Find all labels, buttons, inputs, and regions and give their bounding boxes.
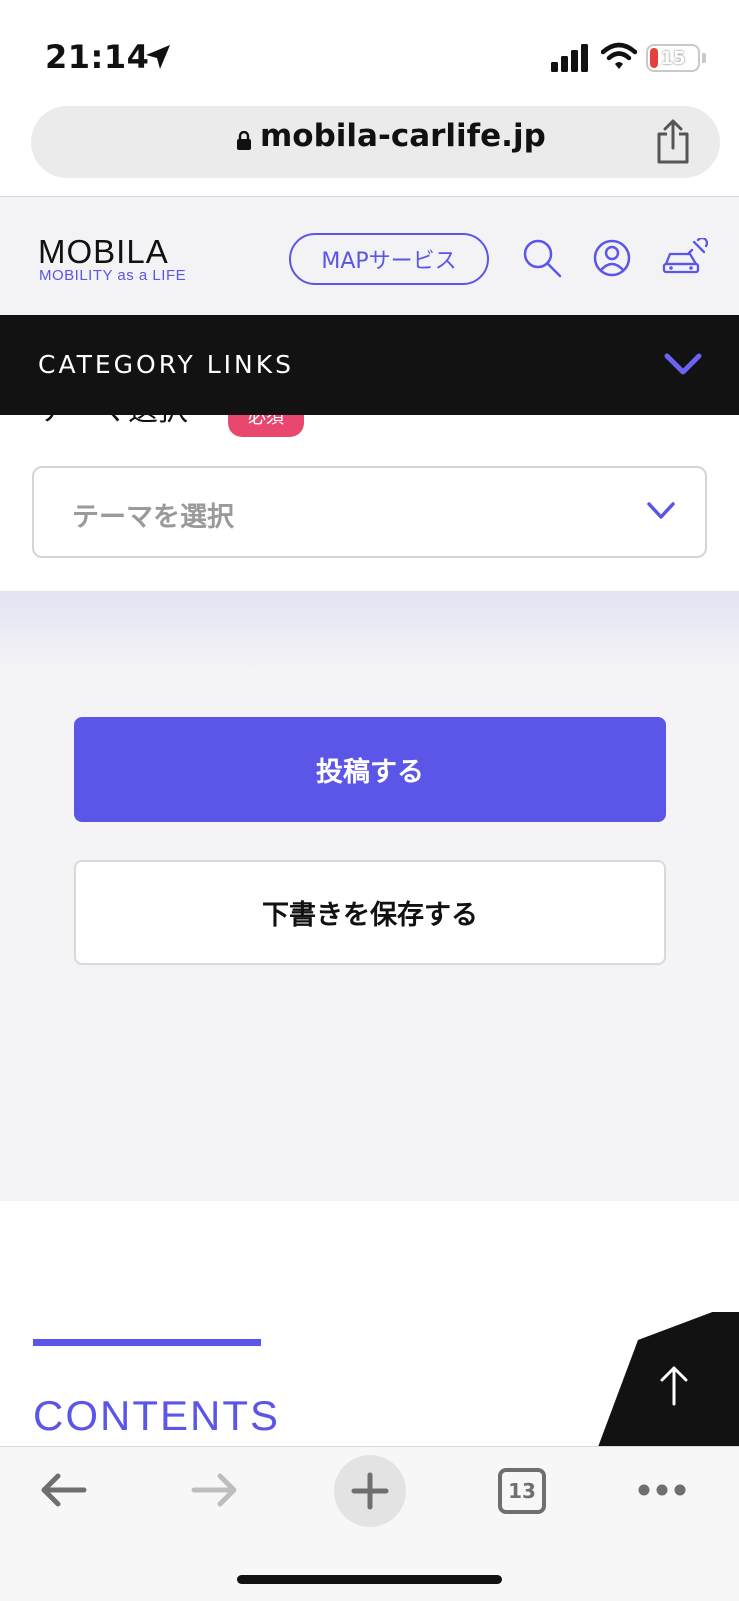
new-tab-button[interactable] (334, 1455, 406, 1527)
contents-heading: CONTENTS (33, 1392, 280, 1439)
battery-level: 15 (660, 47, 686, 69)
url-text[interactable]: mobila-carlife.jp (260, 118, 546, 154)
battery-nub (702, 53, 706, 63)
lock-icon (237, 131, 251, 150)
category-links-label: CATEGORY LINKS (38, 350, 294, 379)
save-draft-button[interactable]: 下書きを保存する (74, 860, 666, 965)
user-account-icon[interactable] (592, 238, 632, 278)
search-icon[interactable] (522, 238, 562, 278)
theme-select-placeholder[interactable]: テーマを選択 (72, 495, 234, 534)
required-badge: 必須 (228, 415, 304, 437)
tabs-count-button[interactable]: 13 (498, 1468, 546, 1514)
chevron-down-icon[interactable] (646, 500, 676, 522)
section-shadow (0, 591, 739, 671)
more-options-icon[interactable] (637, 1483, 687, 1497)
back-to-top-button[interactable] (598, 1312, 739, 1447)
submit-post-button[interactable]: 投稿する (74, 717, 666, 822)
status-time: 21:14 (45, 38, 150, 76)
contents-accent-line (33, 1339, 261, 1346)
back-arrow-icon[interactable] (38, 1470, 88, 1510)
location-arrow-icon (146, 45, 170, 69)
site-logo[interactable]: MOBILA (38, 233, 169, 271)
chevron-down-icon[interactable] (663, 350, 703, 378)
wifi-icon (601, 42, 637, 69)
cellular-signal-icon (551, 44, 588, 72)
theme-field-label: テーマ選択 (38, 415, 188, 429)
share-icon[interactable] (655, 118, 691, 164)
battery-icon: 15 (646, 44, 700, 72)
map-service-button[interactable]: MAPサービス (289, 233, 489, 285)
home-indicator (237, 1575, 502, 1584)
car-service-icon[interactable] (662, 238, 708, 278)
plus-icon (351, 1472, 389, 1510)
forward-arrow-icon[interactable] (190, 1470, 240, 1510)
site-tagline: MOBILITY as a LIFE (39, 267, 187, 284)
